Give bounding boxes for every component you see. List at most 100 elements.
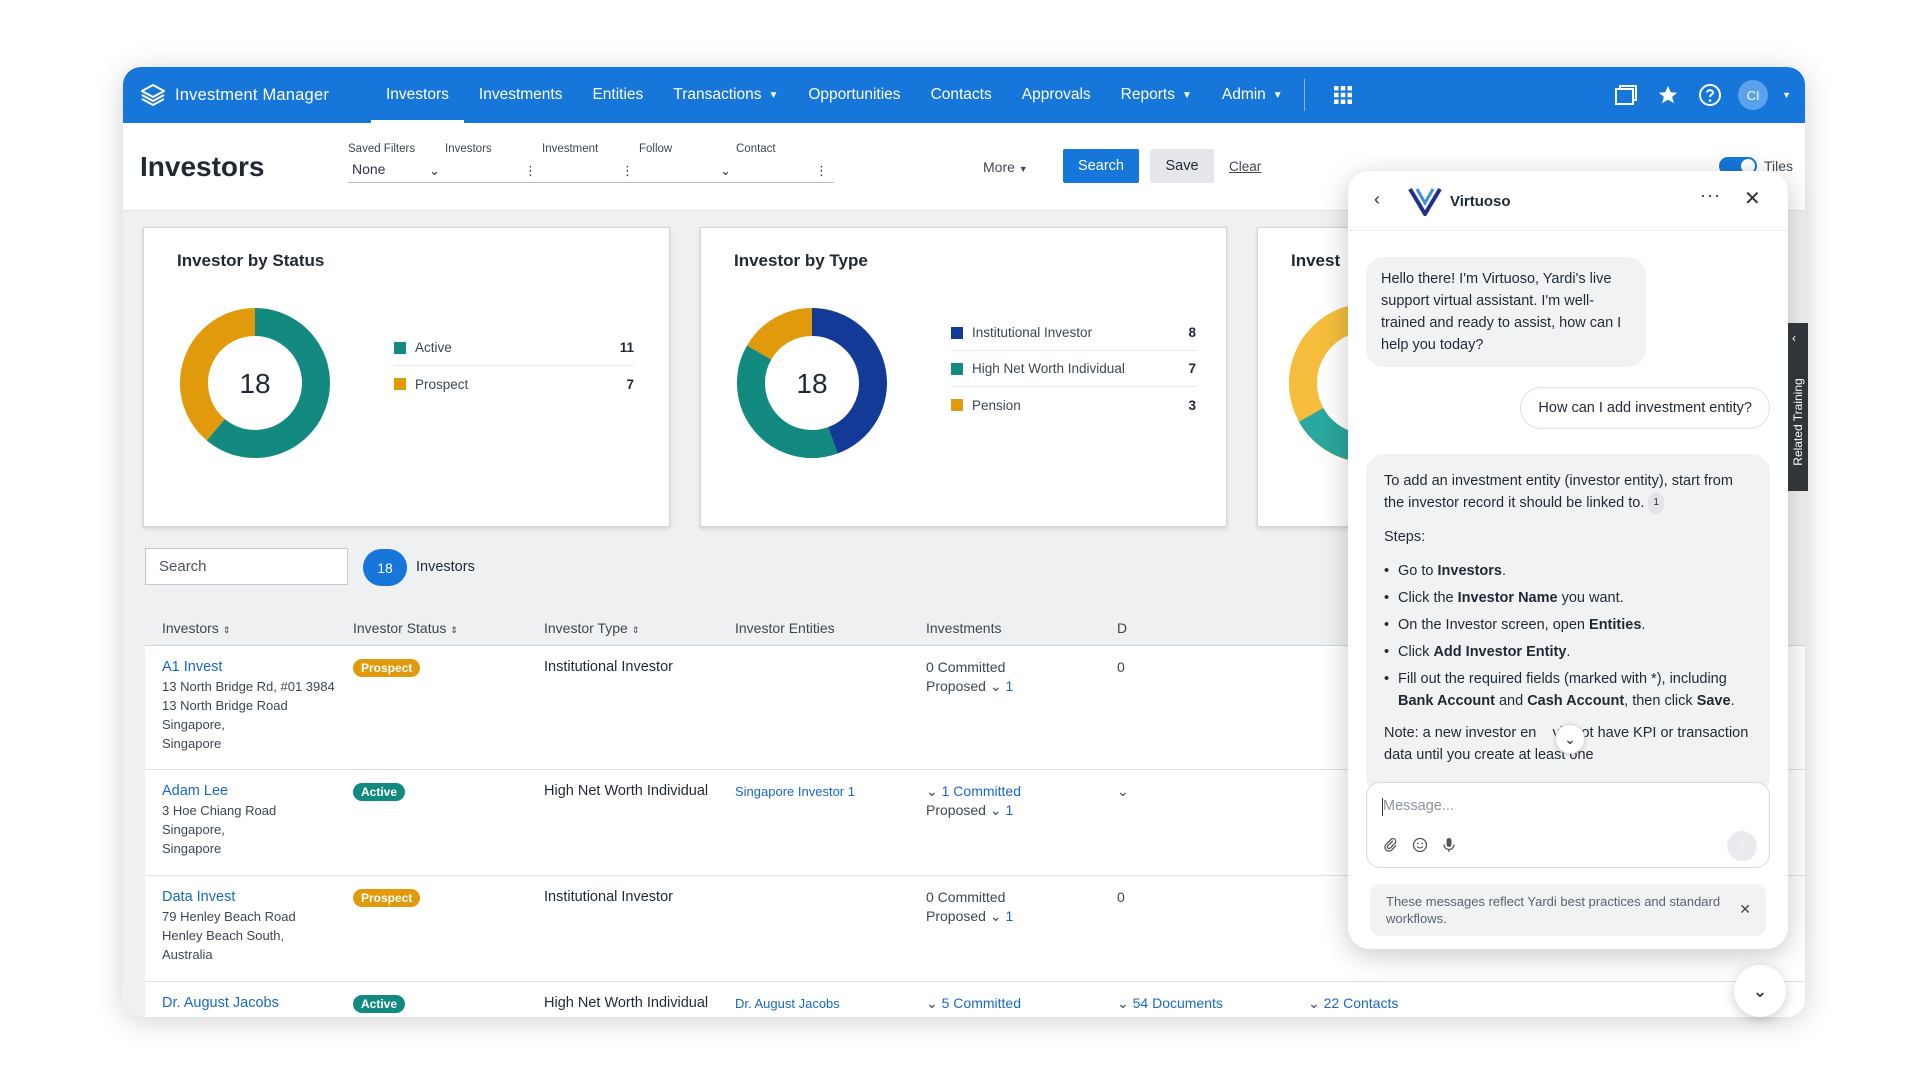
- caret-down-icon[interactable]: ▼: [1782, 90, 1791, 100]
- nav-item-reports[interactable]: Reports ▼: [1106, 67, 1207, 123]
- type-chart-card: Investor by Type 18 Institutional Invest…: [700, 227, 1227, 527]
- contacts-link[interactable]: 22 Contacts: [1324, 995, 1399, 1011]
- related-training-tab[interactable]: ‹ Related Training: [1788, 323, 1808, 491]
- investment-filter-input[interactable]: ⋮: [542, 161, 640, 183]
- scroll-down-button[interactable]: ⌄: [1555, 724, 1585, 754]
- legend-item-prospect[interactable]: Prospect 7: [394, 366, 634, 402]
- more-dropdown[interactable]: More ▼: [983, 159, 1028, 175]
- committed-toggle[interactable]: ⌄ 1 Committed: [926, 782, 1021, 801]
- message-input[interactable]: Message...: [1383, 798, 1454, 814]
- contacts-toggle[interactable]: ⌄ 22 Contacts: [1308, 994, 1398, 1013]
- committed-toggle[interactable]: ⌄ 5 Committed: [926, 994, 1021, 1013]
- search-button[interactable]: Search: [1063, 149, 1139, 183]
- nav-item-approvals[interactable]: Approvals: [1007, 67, 1106, 123]
- column-header-entities[interactable]: Investor Entities: [735, 620, 835, 636]
- star-icon[interactable]: [1654, 81, 1682, 109]
- chevron-down-icon: ⌄: [926, 995, 938, 1011]
- save-button[interactable]: Save: [1150, 149, 1214, 183]
- address-line: Henley Beach South,: [162, 928, 285, 943]
- proposed-count[interactable]: 1: [1005, 908, 1013, 924]
- donut-slice-pension[interactable]: [747, 308, 813, 361]
- committed-link[interactable]: 1 Committed: [942, 783, 1021, 799]
- caret-down-icon: ▼: [1018, 164, 1028, 174]
- investment-filter[interactable]: Investment ⋮: [542, 143, 640, 183]
- answer-intro: To add an investment entity (investor en…: [1384, 470, 1752, 515]
- investors-filter[interactable]: Investors ⋮: [445, 143, 543, 183]
- search-input[interactable]: Search: [145, 548, 348, 585]
- investor-name-link[interactable]: Dr. August Jacobs: [162, 994, 279, 1013]
- legend-item-pension[interactable]: Pension 3: [951, 387, 1196, 423]
- proposed-toggle[interactable]: Proposed ⌄ 1: [926, 801, 1021, 820]
- more-options-icon[interactable]: ···: [1700, 185, 1721, 206]
- column-header-investments[interactable]: Investments: [926, 620, 1001, 636]
- close-icon[interactable]: ✕: [1744, 186, 1761, 211]
- kebab-icon[interactable]: ⋮: [524, 163, 537, 179]
- back-icon[interactable]: ‹: [1374, 189, 1380, 210]
- entity-link[interactable]: Singapore Investor 1: [735, 782, 855, 801]
- legend-item-institutional[interactable]: Institutional Investor 8: [951, 315, 1196, 351]
- legend-swatch: [951, 362, 963, 375]
- investor-name-link[interactable]: Adam Lee: [162, 782, 276, 801]
- legend-swatch: [394, 378, 406, 390]
- saved-filters-value: None: [352, 161, 386, 177]
- investor-name-link[interactable]: Data Invest: [162, 888, 296, 907]
- chevron-left-icon: ‹: [1792, 331, 1796, 345]
- saved-filters-select[interactable]: None ⌄: [348, 161, 446, 183]
- table-row[interactable]: Dr. August Jacobs Active High Net Worth …: [145, 982, 1805, 1017]
- nav-item-investments[interactable]: Investments: [464, 67, 578, 123]
- app-grid-button[interactable]: [1319, 67, 1367, 123]
- step-bold: Investor Name: [1457, 590, 1558, 607]
- steps-list: Go to Investors. Click the Investor Name…: [1384, 560, 1752, 712]
- column-header-investors[interactable]: Investors ⇕: [162, 620, 230, 636]
- follow-filter[interactable]: Follow ⌄: [639, 143, 737, 183]
- scroll-bottom-button[interactable]: ⌄: [1734, 965, 1786, 1017]
- entity-link[interactable]: Dr. August Jacobs: [735, 994, 840, 1013]
- step-item: On the Investor screen, open Entities.: [1384, 614, 1752, 636]
- emoji-icon[interactable]: [1412, 837, 1428, 857]
- follow-filter-select[interactable]: ⌄: [639, 161, 737, 183]
- attachment-icon[interactable]: [1383, 837, 1398, 857]
- message-composer[interactable]: Message... ↑: [1366, 782, 1770, 868]
- windows-icon[interactable]: [1612, 81, 1640, 109]
- column-header-documents[interactable]: D: [1117, 620, 1127, 636]
- clear-link[interactable]: Clear: [1229, 159, 1261, 174]
- documents-link[interactable]: 54 Documents: [1133, 995, 1223, 1011]
- status-legend: Active 11 Prospect 7: [394, 330, 634, 402]
- close-icon[interactable]: ✕: [1739, 901, 1751, 918]
- kebab-icon[interactable]: ⋮: [815, 163, 828, 179]
- brand[interactable]: Investment Manager: [141, 84, 371, 106]
- nav-item-transactions[interactable]: Transactions ▼: [658, 67, 793, 123]
- column-header-type[interactable]: Investor Type ⇕: [544, 620, 639, 636]
- legend-item-active[interactable]: Active 11: [394, 330, 634, 366]
- proposed-count[interactable]: 1: [1005, 802, 1013, 818]
- documents-toggle[interactable]: ⌄ 54 Documents: [1117, 994, 1223, 1013]
- citation-badge[interactable]: 1: [1648, 492, 1664, 515]
- nav-item-investors[interactable]: Investors: [371, 67, 464, 123]
- documents-toggle[interactable]: ⌄: [1117, 782, 1129, 801]
- step-item: Click Add Investor Entity.: [1384, 641, 1752, 663]
- avatar[interactable]: CI: [1738, 80, 1769, 110]
- nav-label: Opportunities: [808, 86, 901, 103]
- proposed-toggle[interactable]: Proposed ⌄ 1: [926, 677, 1013, 696]
- nav-item-opportunities[interactable]: Opportunities: [793, 67, 915, 123]
- proposed-count[interactable]: 1: [1005, 678, 1013, 694]
- nav-item-entities[interactable]: Entities: [577, 67, 658, 123]
- legend-item-hnwi[interactable]: High Net Worth Individual 7: [951, 351, 1196, 387]
- committed-link[interactable]: 5 Committed: [942, 995, 1021, 1011]
- nav-item-admin[interactable]: Admin ▼: [1207, 67, 1298, 123]
- contact-filter-input[interactable]: ⋮: [736, 161, 834, 183]
- chevron-down-icon: ⌄: [429, 163, 440, 178]
- nav-label: Entities: [592, 86, 644, 103]
- investors-filter-input[interactable]: ⋮: [445, 161, 543, 183]
- page-title: Investors: [140, 151, 265, 182]
- proposed-toggle[interactable]: Proposed ⌄ 1: [926, 907, 1013, 926]
- microphone-icon[interactable]: [1442, 837, 1456, 857]
- nav-item-contacts[interactable]: Contacts: [916, 67, 1007, 123]
- saved-filters[interactable]: Saved Filters None ⌄: [348, 143, 446, 183]
- kebab-icon[interactable]: ⋮: [621, 163, 634, 179]
- contact-filter[interactable]: Contact ⋮: [736, 143, 834, 183]
- send-button[interactable]: ↑: [1727, 831, 1757, 861]
- column-header-status[interactable]: Investor Status ⇕: [353, 620, 458, 636]
- investor-name-link[interactable]: A1 Invest: [162, 658, 335, 677]
- help-icon[interactable]: [1696, 81, 1724, 109]
